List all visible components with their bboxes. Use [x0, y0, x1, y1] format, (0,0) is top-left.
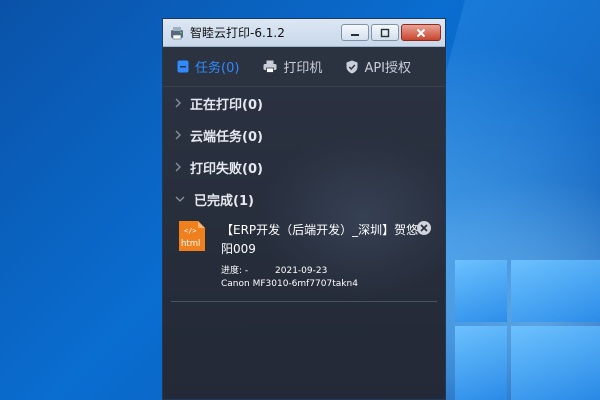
section-print-failed-label: 打印失败(0)	[190, 161, 263, 177]
task-icon	[177, 60, 189, 73]
close-icon	[416, 28, 426, 37]
job-date: 2021-09-23	[275, 266, 328, 276]
tab-api-authorization[interactable]: API授权	[346, 57, 411, 76]
windows-logo	[455, 260, 600, 400]
tab-bar: 任务(0) 打印机 API授权	[163, 47, 445, 87]
section-completed-label: 已完成(1)	[194, 193, 254, 209]
windows-logo-pane	[511, 260, 600, 322]
job-progress: 进度: -	[221, 266, 249, 276]
section-completed[interactable]: 已完成(1)	[163, 183, 445, 215]
tab-printers-label: 打印机	[283, 61, 323, 76]
tab-printers[interactable]: 打印机	[263, 57, 322, 76]
job-title: 【ERP开发（后端开发）_深圳】贺悠阳009	[221, 223, 419, 256]
tab-tasks[interactable]: 任务(0)	[177, 57, 239, 76]
tab-api-authorization-label: API授权	[364, 61, 412, 76]
section-print-failed[interactable]: 打印失败(0)	[163, 151, 445, 183]
job-printer: Canon MF3010-6mf7707takn4	[221, 279, 358, 289]
maximize-button[interactable]	[371, 24, 399, 41]
task-list-panel: 正在打印(0) 云端任务(0) 打印失败(0) 已完成(1) </> html …	[163, 87, 445, 399]
windows-logo-pane	[455, 260, 507, 322]
shield-icon	[346, 60, 358, 73]
job-progress-row: 进度: - 2021-09-23	[221, 263, 327, 276]
chevron-right-icon	[175, 162, 181, 172]
section-printing-label: 正在打印(0)	[190, 97, 263, 113]
chevron-down-icon	[175, 196, 185, 202]
minimize-icon	[351, 33, 359, 36]
svg-text:</>: </>	[184, 227, 197, 235]
file-type-label: html	[181, 239, 200, 249]
html-file-icon: </> html	[179, 221, 205, 251]
minimize-button[interactable]	[341, 24, 369, 41]
windows-logo-pane	[455, 326, 507, 400]
section-printing[interactable]: 正在打印(0)	[163, 87, 445, 119]
title-bar[interactable]: 智睦云打印-6.1.2	[163, 19, 445, 47]
section-cloud-tasks[interactable]: 云端任务(0)	[163, 119, 445, 151]
completed-job-item[interactable]: </> html 【ERP开发（后端开发）_深圳】贺悠阳009 进度: - 20…	[171, 215, 437, 302]
app-logo-icon	[169, 25, 185, 41]
remove-job-button[interactable]	[417, 221, 431, 235]
chevron-right-icon	[175, 130, 181, 140]
window-title: 智睦云打印-6.1.2	[190, 26, 285, 40]
chevron-right-icon	[175, 98, 181, 108]
close-icon	[420, 224, 428, 232]
windows-logo-pane	[511, 326, 600, 400]
section-cloud-tasks-label: 云端任务(0)	[190, 129, 263, 145]
app-window: 智睦云打印-6.1.2 任务(0) 打印机 API授权 正在打印(0) 云端任务…	[162, 18, 446, 400]
maximize-icon	[380, 28, 390, 37]
close-window-button[interactable]	[401, 24, 441, 41]
tab-tasks-label: 任务(0)	[195, 61, 240, 76]
printer-icon	[263, 60, 277, 73]
